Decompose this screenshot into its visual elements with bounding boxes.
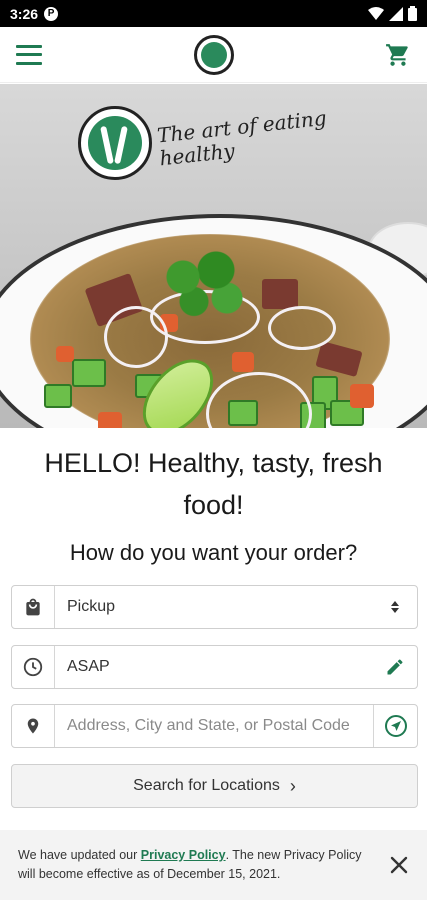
tomato-piece: [350, 384, 374, 408]
privacy-banner: We have updated our Privacy Policy. The …: [0, 830, 427, 900]
order-time-value: ASAP: [67, 658, 110, 675]
privacy-message: We have updated our Privacy Policy. The …: [18, 846, 371, 884]
address-input[interactable]: [55, 705, 373, 747]
order-question: How do you want your order?: [69, 540, 358, 565]
hamburger-menu-icon[interactable]: [16, 44, 42, 65]
status-icons: [368, 6, 417, 21]
hero-tagline: The art of eating healthy: [156, 105, 328, 171]
status-time: 3:26: [10, 5, 39, 22]
search-locations-label: Search for Locations: [133, 777, 280, 794]
pita-jungle-logo[interactable]: [193, 34, 234, 75]
battery-icon: [408, 6, 417, 21]
tomato-piece: [232, 352, 254, 372]
tomato-piece: [56, 346, 74, 362]
order-type-select[interactable]: Pickup: [11, 585, 418, 629]
shopping-bag-icon: [12, 586, 55, 628]
cucumber-piece: [72, 359, 106, 387]
search-locations-button[interactable]: Search for Locations ›: [11, 764, 418, 808]
pencil-edit-icon[interactable]: [373, 646, 417, 688]
privacy-policy-link[interactable]: Privacy Policy: [141, 848, 226, 862]
close-icon[interactable]: [387, 853, 411, 877]
signal-icon: [389, 6, 403, 21]
clock-icon: [12, 646, 55, 688]
cucumber-piece: [44, 384, 72, 408]
wifi-icon: [368, 6, 384, 20]
order-type-value: Pickup: [67, 598, 116, 615]
onion-ring: [268, 306, 336, 350]
location-pin-icon: [12, 705, 55, 747]
shopping-cart-icon[interactable]: [385, 42, 411, 68]
order-time-field[interactable]: ASAP: [11, 645, 418, 689]
pita-jungle-hero-logo: [78, 106, 152, 180]
hero-image: The art of eating healthy: [0, 84, 427, 428]
app-header: [0, 27, 427, 83]
privacy-prefix: We have updated our: [18, 848, 141, 862]
beef-piece: [262, 279, 298, 309]
dropdown-arrows-icon: [373, 586, 417, 628]
address-field[interactable]: [11, 704, 418, 748]
chevron-right-icon: ›: [289, 775, 296, 796]
page-headline: HELLO! Healthy, tasty, fresh food!: [44, 448, 383, 520]
notification-icon: P: [44, 6, 59, 21]
navigation-arrow-icon[interactable]: [373, 705, 417, 747]
tomato-piece: [98, 412, 122, 428]
status-bar: 3:26 P: [0, 0, 427, 27]
cilantro-garnish: [150, 249, 260, 319]
